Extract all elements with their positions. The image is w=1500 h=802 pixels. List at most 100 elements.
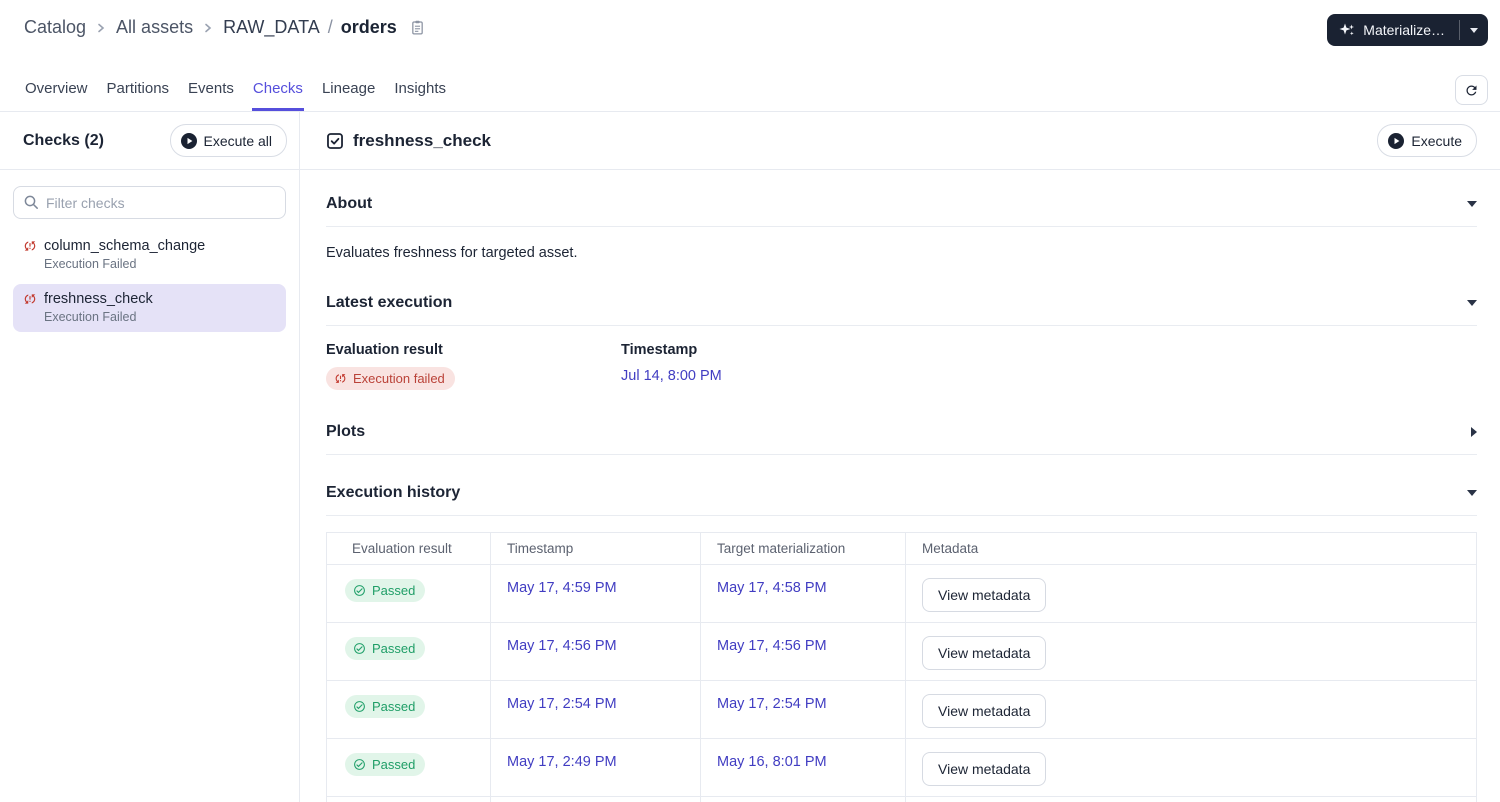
check-name: freshness_check: [44, 291, 153, 307]
divider: [326, 454, 1477, 455]
check-circle-icon: [353, 700, 366, 713]
check-detail-body: About Evaluates freshness for targeted a…: [300, 170, 1500, 802]
execute-all-button[interactable]: Execute all: [169, 124, 287, 157]
check-status-text: Execution Failed: [44, 257, 137, 271]
materialize-dropdown-button[interactable]: [1460, 14, 1488, 46]
table-header-row: Evaluation result Timestamp Target mater…: [327, 533, 1476, 565]
sync-problem-icon: [23, 239, 37, 253]
tab-insights[interactable]: Insights: [393, 70, 447, 111]
section-title-plots: Plots: [326, 423, 366, 440]
timestamp-link[interactable]: May 17, 2:54 PM: [507, 696, 617, 712]
tabs: Overview Partitions Events Checks Lineag…: [24, 70, 447, 111]
section-plots-header[interactable]: Plots: [326, 422, 1477, 442]
filter-checks-input[interactable]: [13, 186, 286, 219]
tab-overview[interactable]: Overview: [24, 70, 89, 111]
breadcrumb-asset-group[interactable]: RAW_DATA: [223, 17, 320, 38]
clipboard-icon[interactable]: [409, 19, 426, 36]
section-latest-execution-header[interactable]: Latest execution: [326, 293, 1477, 313]
sync-problem-icon: [23, 292, 37, 306]
check-list-item-freshness-check[interactable]: freshness_check Execution Failed: [13, 284, 286, 332]
caret-down-icon[interactable]: [1467, 490, 1477, 496]
check-title: freshness_check: [353, 130, 491, 150]
checks-panel-title: Checks (2): [23, 131, 104, 149]
execute-label: Execute: [1411, 132, 1462, 149]
column-header-timestamp: Timestamp: [491, 533, 701, 564]
check-list-item-column-schema-change[interactable]: column_schema_change Execution Failed: [13, 231, 286, 279]
check-circle-icon: [353, 642, 366, 655]
materialize-button[interactable]: Materialize…: [1327, 14, 1459, 46]
passed-badge: Passed: [345, 753, 426, 776]
divider: [326, 515, 1477, 516]
passed-badge-label: Passed: [372, 641, 416, 656]
search-icon: [23, 194, 40, 211]
target-materialization-link[interactable]: May 17, 2:54 PM: [717, 696, 827, 712]
breadcrumb-separator: /: [327, 17, 333, 37]
target-materialization-link[interactable]: May 16, 8:01 PM: [717, 754, 827, 770]
caret-down-icon[interactable]: [1467, 201, 1477, 207]
execute-all-label: Execute all: [203, 132, 272, 149]
view-metadata-button[interactable]: View metadata: [922, 752, 1047, 786]
execute-button[interactable]: Execute: [1377, 124, 1477, 157]
section-execution-history-header[interactable]: Execution history: [326, 483, 1477, 503]
refresh-button[interactable]: [1455, 75, 1488, 105]
passed-badge-label: Passed: [372, 583, 416, 598]
play-circle-icon: [1388, 132, 1405, 149]
section-title-execution-history: Execution history: [326, 484, 461, 501]
materialize-label: Materialize…: [1363, 22, 1445, 38]
execution-failed-badge-label: Execution failed: [353, 371, 445, 386]
table-row: Passed May 17, 4:56 PM May 17, 4:56 PM V…: [327, 623, 1476, 681]
table-row: Passed May 17, 2:49 PM May 16, 8:01 PM V…: [327, 739, 1476, 797]
column-header-evaluation-result: Evaluation result: [327, 533, 491, 564]
app-header: Catalog All assets RAW_DATA / orders Mat…: [0, 0, 1500, 70]
execution-history-table: Evaluation result Timestamp Target mater…: [326, 532, 1477, 802]
divider: [326, 325, 1477, 326]
filter-checks: [13, 186, 286, 219]
timestamp-link[interactable]: May 17, 4:59 PM: [507, 580, 617, 596]
evaluation-result-label: Evaluation result: [326, 342, 443, 358]
tab-events[interactable]: Events: [187, 70, 235, 111]
breadcrumb: Catalog All assets RAW_DATA / orders: [24, 14, 426, 38]
check-detail-header: freshness_check Execute: [300, 112, 1500, 170]
materialize-split-button: Materialize…: [1327, 14, 1488, 46]
execution-failed-badge: Execution failed: [326, 367, 455, 390]
passed-badge-label: Passed: [372, 757, 416, 772]
content: Checks (2) Execute all Filter checks col…: [0, 112, 1500, 802]
passed-badge-label: Passed: [372, 699, 416, 714]
tab-partitions[interactable]: Partitions: [106, 70, 171, 111]
checks-sidebar: Checks (2) Execute all Filter checks col…: [0, 112, 300, 802]
check-circle-icon: [353, 584, 366, 597]
caret-down-icon[interactable]: [1467, 300, 1477, 306]
timestamp-link[interactable]: May 17, 4:56 PM: [507, 638, 617, 654]
timestamp-label: Timestamp: [621, 342, 698, 358]
check-detail: freshness_check Execute About Evaluates …: [300, 112, 1500, 802]
check-box-icon: [326, 132, 344, 150]
section-title-latest-execution: Latest execution: [326, 294, 453, 311]
timestamp-link[interactable]: May 17, 2:49 PM: [507, 754, 617, 770]
tab-lineage[interactable]: Lineage: [321, 70, 376, 111]
breadcrumb-item-all-assets[interactable]: All assets: [116, 17, 193, 38]
tab-bar: Overview Partitions Events Checks Lineag…: [0, 70, 1500, 112]
check-list: column_schema_change Execution Failed fr…: [0, 231, 299, 332]
target-materialization-link[interactable]: May 17, 4:58 PM: [717, 580, 827, 596]
caret-right-icon[interactable]: [1471, 427, 1477, 437]
view-metadata-button[interactable]: View metadata: [922, 636, 1047, 670]
check-status-text: Execution Failed: [44, 310, 137, 324]
latest-timestamp-link[interactable]: Jul 14, 8:00 PM: [621, 368, 722, 384]
latest-execution-grid: Evaluation result Execution failed Times…: [326, 342, 1477, 390]
tab-checks[interactable]: Checks: [251, 70, 304, 111]
table-row: Passed May 17, 4:59 PM May 17, 4:58 PM V…: [327, 565, 1476, 623]
section-title-about: About: [326, 195, 373, 212]
table-row: Passed May 17, 2:54 PM May 17, 2:54 PM V…: [327, 681, 1476, 739]
view-metadata-button[interactable]: View metadata: [922, 694, 1047, 728]
breadcrumb-item-catalog[interactable]: Catalog: [24, 17, 86, 38]
sparkle-icon: [1339, 22, 1355, 38]
column-header-target-materialization: Target materialization: [701, 533, 906, 564]
divider: [326, 226, 1477, 227]
column-header-metadata: Metadata: [922, 541, 979, 556]
passed-badge: Passed: [345, 637, 426, 660]
target-materialization-link[interactable]: May 17, 4:56 PM: [717, 638, 827, 654]
section-about-header[interactable]: About: [326, 194, 1477, 214]
chevron-right-icon: [96, 21, 106, 35]
refresh-icon: [1464, 83, 1479, 98]
view-metadata-button[interactable]: View metadata: [922, 578, 1047, 612]
